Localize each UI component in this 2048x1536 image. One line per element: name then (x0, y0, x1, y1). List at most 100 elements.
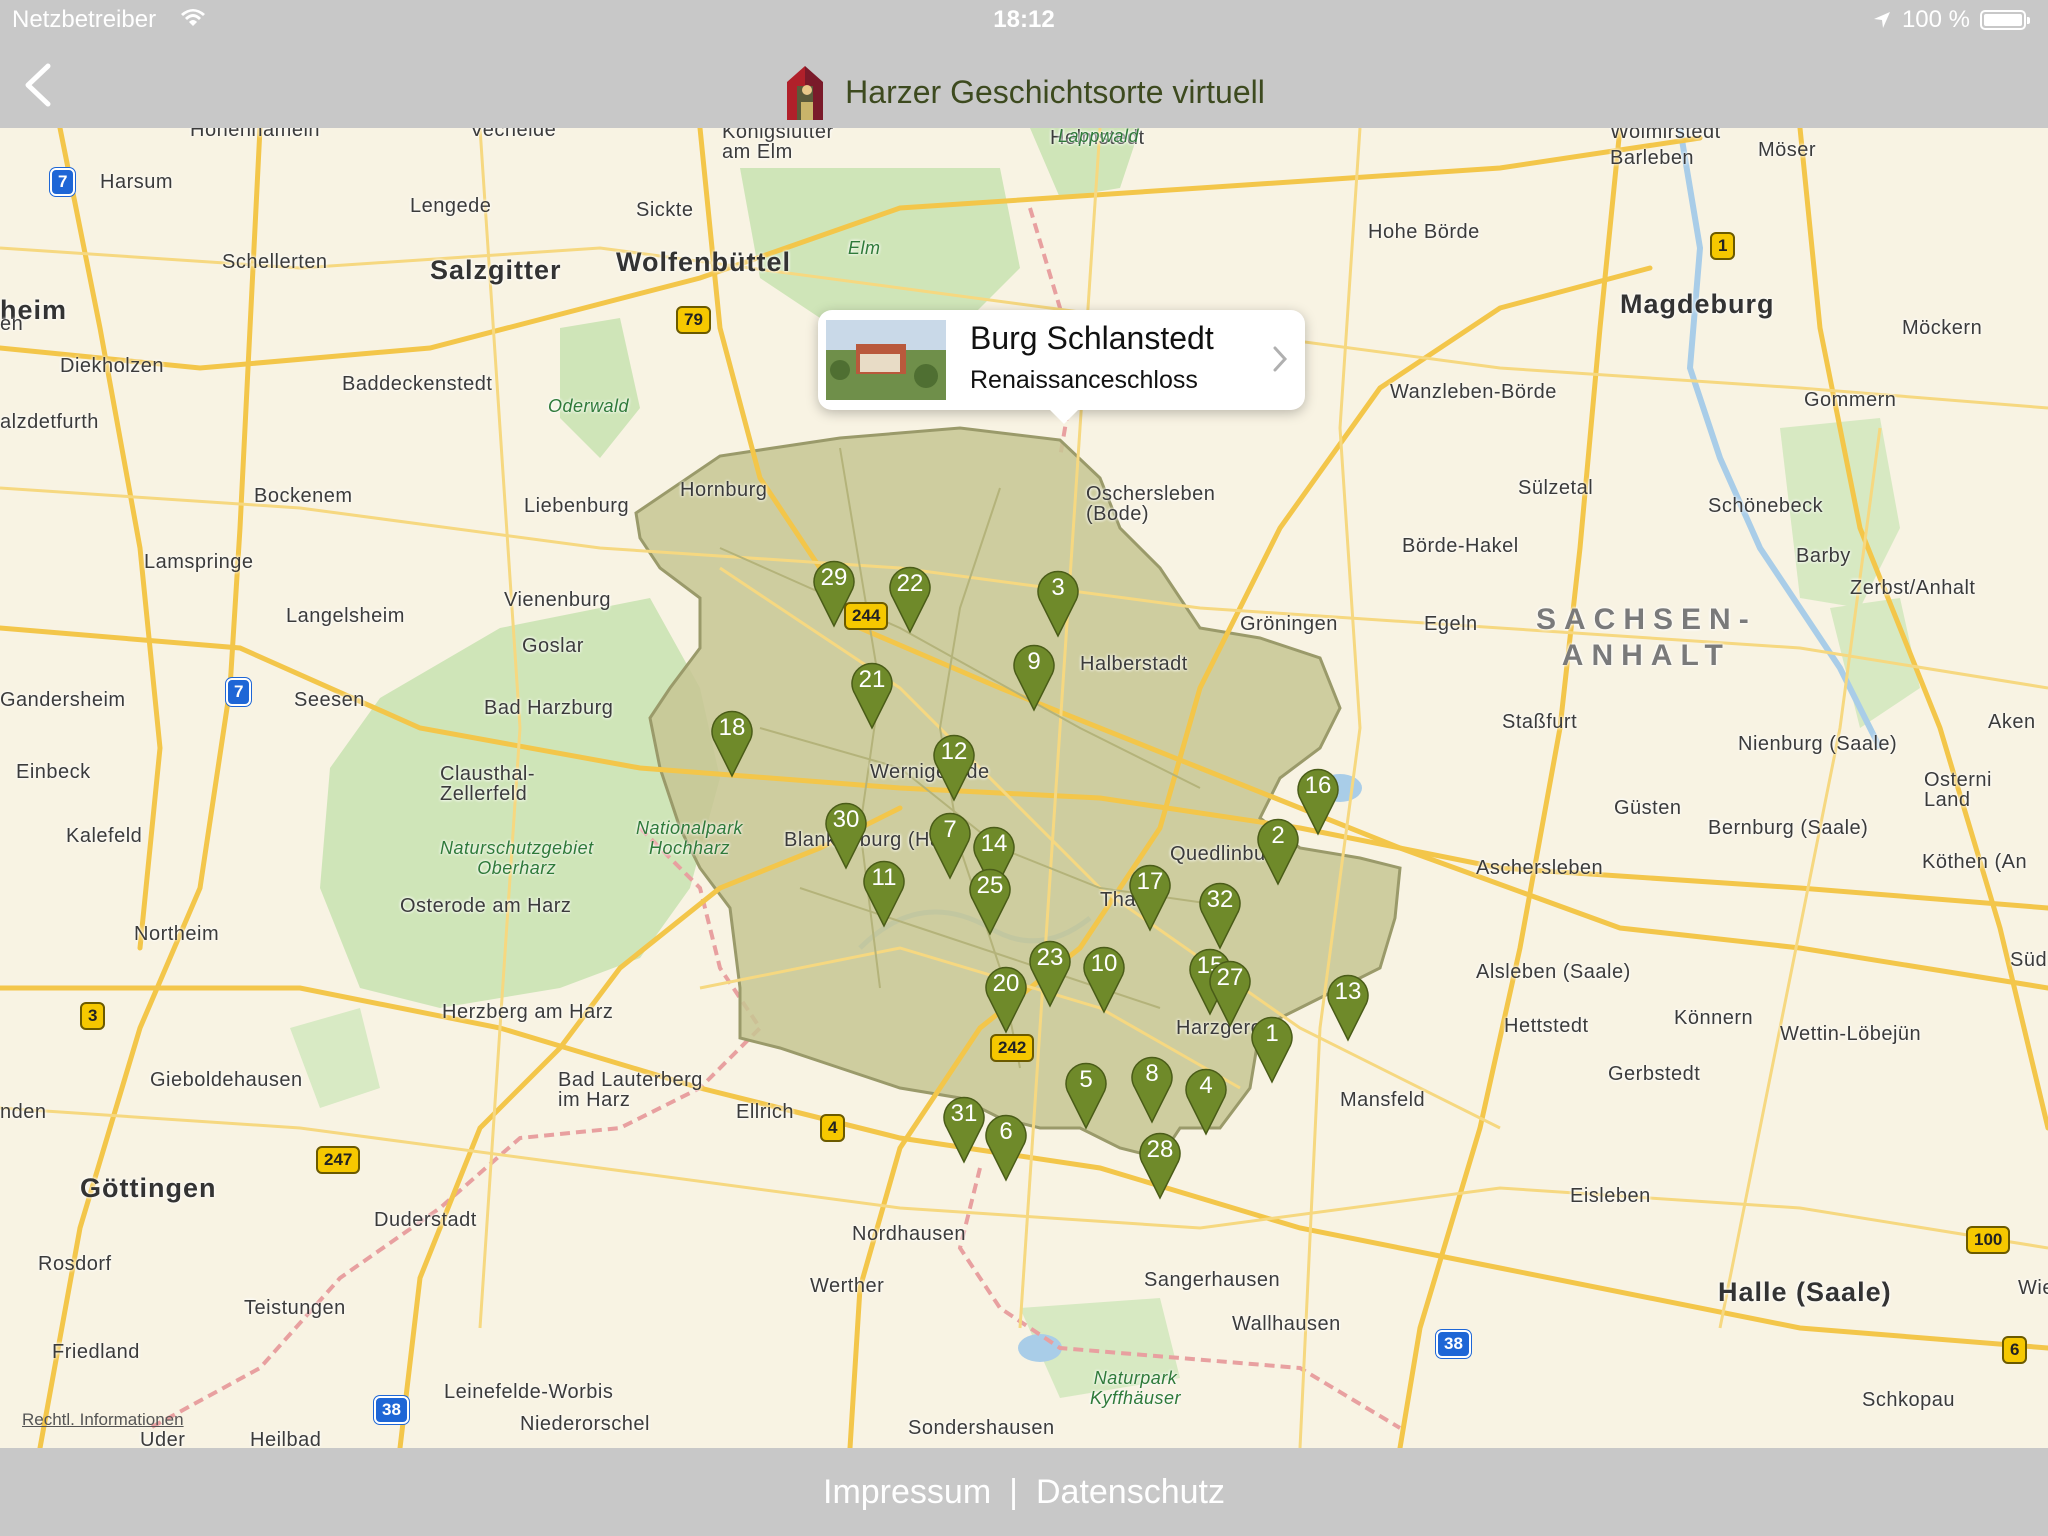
pin-number: 21 (858, 666, 886, 693)
pin-number: 3 (1051, 574, 1065, 601)
datenschutz-link[interactable]: Datenschutz (1036, 1473, 1225, 1512)
map-pin[interactable]: 10 (1081, 942, 1127, 1014)
callout-subtitle: Renaissanceschloss (970, 366, 1198, 394)
pin-number: 18 (718, 714, 746, 741)
road-shield: 7 (226, 678, 252, 706)
pin-number: 27 (1216, 964, 1244, 991)
city-label: Bockenem (254, 485, 353, 507)
city-label: Schellerten (222, 251, 328, 273)
city-label: Göttingen (80, 1173, 217, 1203)
map-pin[interactable]: 32 (1197, 878, 1243, 950)
pin-number: 14 (980, 830, 1008, 857)
map-pin[interactable]: 25 (967, 864, 1013, 936)
city-label: Hohenhameln (190, 128, 321, 141)
map-pin[interactable]: 4 (1183, 1064, 1229, 1136)
city-label: Eisleben (1570, 1185, 1651, 1207)
city-label: Mansfeld (1340, 1089, 1426, 1111)
city-label: Süd (2010, 949, 2048, 971)
city-label: Nordhausen (852, 1223, 966, 1245)
park-label: Naturschutzgebiet Oberharz (440, 838, 594, 878)
pin-number: 20 (992, 970, 1020, 997)
map-pin[interactable]: 21 (849, 658, 895, 730)
city-label: Halle (Saale) (1718, 1277, 1892, 1307)
city-label: Lamspringe (144, 551, 254, 573)
road-shield: 7 (50, 168, 76, 196)
map-pin[interactable]: 29 (811, 556, 857, 628)
road-shield: 242 (990, 1034, 1035, 1062)
map-pin[interactable]: 3 (1035, 566, 1081, 638)
park-label: Lappwald (1058, 128, 1140, 146)
clock: 18:12 (993, 6, 1055, 33)
map-pin[interactable]: 8 (1129, 1052, 1175, 1124)
map-pin[interactable]: 9 (1011, 640, 1057, 712)
city-label: Wettin-Löbejün (1780, 1023, 1922, 1045)
city-label: Salzgitter (430, 255, 562, 285)
navigation-bar: Harzer Geschichtsorte virtuell (0, 40, 2048, 128)
city-label: Sülzetal (1518, 477, 1594, 499)
map-pin[interactable]: 12 (931, 730, 977, 802)
app-logo-icon (787, 66, 824, 120)
pin-number: 9 (1027, 648, 1041, 675)
city-label: Liebenburg (524, 495, 630, 517)
map-pin[interactable]: 28 (1137, 1128, 1183, 1200)
map-pin[interactable]: 13 (1325, 970, 1371, 1042)
map-pin[interactable]: 6 (983, 1110, 1029, 1182)
city-label: Herzberg am Harz (442, 1001, 614, 1023)
pin-number: 22 (896, 570, 924, 597)
map-pin[interactable]: 17 (1127, 860, 1173, 932)
city-label: Zerbst/Anhalt (1850, 577, 1976, 599)
impressum-link[interactable]: Impressum (823, 1473, 991, 1512)
location-callout[interactable]: Burg Schlanstedt Renaissanceschloss (818, 310, 1305, 424)
road-shield: 4 (820, 1114, 846, 1142)
map-pin[interactable]: 2 (1255, 814, 1301, 886)
city-label: Werther (810, 1275, 885, 1297)
pin-number: 30 (832, 806, 860, 833)
map-pin[interactable]: 20 (983, 962, 1029, 1034)
city-label: Barleben (1610, 147, 1695, 169)
pin-number: 2 (1271, 822, 1285, 849)
city-label: Harsum (100, 171, 174, 193)
pin-number: 11 (871, 864, 897, 891)
city-label: Aschersleben (1476, 857, 1604, 879)
city-label: Wolfenbüttel (616, 247, 791, 277)
city-label: Wolmirstedt (1610, 128, 1721, 143)
map-pin[interactable]: 31 (941, 1092, 987, 1164)
city-label: Gerbstedt (1608, 1063, 1701, 1085)
city-label: Uder (140, 1429, 186, 1448)
pin-number: 13 (1334, 978, 1362, 1005)
city-label: Barby (1796, 545, 1851, 567)
city-label: Egeln (1424, 613, 1478, 635)
pin-number: 29 (820, 564, 848, 591)
road-shield: 38 (374, 1396, 409, 1424)
map-pin[interactable]: 11 (861, 856, 907, 928)
pin-number: 17 (1136, 868, 1164, 895)
map-view[interactable]: Hohenhameln Vechelde Königslutter am Elm He… (0, 128, 2048, 1448)
map-pin[interactable]: 23 (1027, 936, 1073, 1008)
pin-number: 12 (940, 738, 968, 765)
city-label: Kalefeld (66, 825, 143, 847)
chevron-right-icon[interactable] (1271, 344, 1289, 374)
city-label: Northeim (134, 923, 220, 945)
map-pin[interactable]: 22 (887, 562, 933, 634)
city-label: Schönebeck (1708, 495, 1824, 517)
city-label: Bad Harzburg (484, 697, 614, 719)
map-pin[interactable]: 18 (709, 706, 755, 778)
city-label: Sangerhausen (1144, 1269, 1281, 1291)
city-label: alzdetfurth (0, 411, 99, 433)
city-label: en (0, 313, 24, 335)
map-pin[interactable]: 27 (1207, 956, 1253, 1028)
city-label: Möckern (1902, 317, 1983, 339)
footer-bar: Impressum | Datenschutz (0, 1448, 2048, 1536)
callout-title: Burg Schlanstedt (970, 320, 1214, 356)
map-pin[interactable]: 5 (1063, 1058, 1109, 1130)
city-label: Wallhausen (1232, 1313, 1341, 1335)
road-shield: 247 (316, 1146, 361, 1174)
pin-number: 4 (1199, 1072, 1213, 1099)
legal-info-link[interactable]: Rechtl. Informationen (22, 1410, 184, 1430)
road-shield: 79 (676, 306, 711, 334)
map-pin[interactable]: 16 (1295, 764, 1341, 836)
city-label: Ellrich (736, 1101, 794, 1123)
city-label: Wie (2018, 1277, 2048, 1299)
map-pin[interactable]: 1 (1249, 1012, 1295, 1084)
city-label: Sickte (636, 199, 694, 221)
